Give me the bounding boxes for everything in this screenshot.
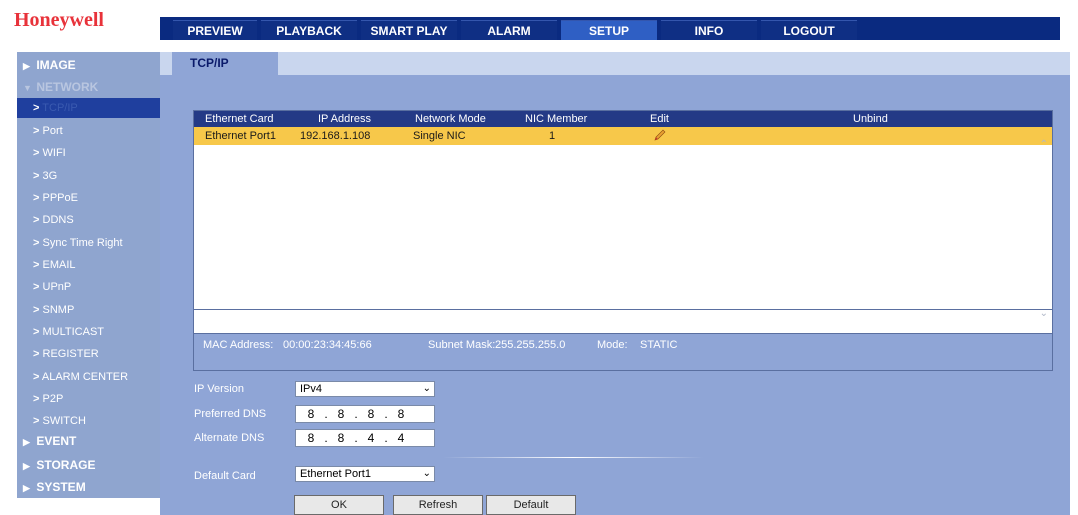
- chevron-down-icon: ⌄: [422, 468, 431, 479]
- sidebar-item-tcpip[interactable]: > TCP/IP: [17, 98, 160, 118]
- gateway-label: Default Gateway:: [428, 315, 513, 327]
- brand-logo: Honeywell: [14, 9, 104, 31]
- mode-label: Mode:: [597, 339, 628, 351]
- gateway-value: 192.168.1.1: [507, 315, 566, 327]
- col-ip-address: IP Address: [318, 113, 371, 125]
- scroll-up-icon[interactable]: ⌃: [1040, 139, 1048, 150]
- triangle-right-icon: ▶: [23, 483, 30, 493]
- edit-pencil-icon[interactable]: [653, 128, 667, 148]
- triangle-down-icon: ▼: [23, 83, 32, 93]
- sidebar-item-wifi[interactable]: > WIFI: [17, 143, 160, 163]
- sidebar-section-event[interactable]: ▶ EVENT: [23, 432, 76, 450]
- col-edit: Edit: [650, 113, 669, 125]
- sidebar-item-switch[interactable]: > SWITCH: [17, 411, 160, 431]
- ip-version-select[interactable]: IPv4 ⌄: [295, 381, 435, 397]
- sidebar-item-snmp[interactable]: > SNMP: [17, 300, 160, 320]
- sidebar-item-port[interactable]: > Port: [17, 121, 160, 141]
- alternate-dns-label: Alternate DNS: [194, 432, 265, 444]
- chevron-down-icon: ⌄: [422, 383, 431, 394]
- mac-address-label: MAC Address:: [203, 339, 274, 351]
- sidebar-section-network[interactable]: ▼ NETWORK: [23, 78, 98, 96]
- sidebar-item-alarm-center[interactable]: > ALARM CENTER: [17, 367, 160, 387]
- sidebar-section-image[interactable]: ▶ IMAGE: [23, 56, 76, 74]
- default-card-select[interactable]: Ethernet Port1 ⌄: [295, 466, 435, 482]
- table-row[interactable]: Ethernet Port1 192.168.1.108 Single NIC …: [194, 127, 1052, 145]
- col-unbind: Unbind: [853, 113, 888, 125]
- ip-version-label: IP Version: [194, 383, 244, 395]
- cell-network-mode: Single NIC: [413, 130, 466, 142]
- refresh-button[interactable]: Refresh: [393, 495, 483, 515]
- mac-address-value: 00:00:23:34:45:66: [283, 339, 372, 351]
- table-header: Ethernet Card IP Address Network Mode NI…: [194, 111, 1052, 127]
- nav-smart-play[interactable]: SMART PLAY: [361, 20, 457, 40]
- col-nic-member: NIC Member: [525, 113, 588, 125]
- ip-address-label: IP Address:: [203, 315, 260, 327]
- sidebar-section-system[interactable]: ▶ SYSTEM: [23, 478, 86, 496]
- main-panel: TCP/IP Ethernet Card IP Address Network …: [160, 52, 1070, 515]
- top-bar: Honeywell PREVIEW PLAYBACK SMART PLAY AL…: [0, 0, 1078, 40]
- sidebar-item-3g[interactable]: > 3G: [17, 166, 160, 186]
- sidebar-item-email[interactable]: > EMAIL: [17, 255, 160, 275]
- nav-preview[interactable]: PREVIEW: [173, 20, 257, 40]
- preferred-dns-label: Preferred DNS: [194, 408, 267, 420]
- sidebar-item-upnp[interactable]: > UPnP: [17, 277, 160, 297]
- mtu-label: MTU:: [597, 315, 624, 327]
- preferred-dns-input[interactable]: 8. 8. 8. 8: [295, 405, 435, 423]
- mtu-value: 1500: [640, 315, 665, 327]
- nav-playback[interactable]: PLAYBACK: [261, 20, 357, 40]
- cell-ethernet-card: Ethernet Port1: [205, 130, 276, 142]
- sidebar-item-ddns[interactable]: > DDNS: [17, 210, 160, 230]
- default-card-label: Default Card: [194, 470, 256, 482]
- sidebar-section-storage[interactable]: ▶ STORAGE: [23, 456, 95, 474]
- nav-setup[interactable]: SETUP: [561, 20, 657, 40]
- col-network-mode: Network Mode: [415, 113, 486, 125]
- nav-alarm[interactable]: ALARM: [461, 20, 557, 40]
- subnet-label: Subnet Mask:: [428, 339, 496, 351]
- sidebar-item-sync-time-right[interactable]: > Sync Time Right: [17, 233, 160, 253]
- col-ethernet-card: Ethernet Card: [205, 113, 274, 125]
- ip-address-value: 192.168.1.108: [283, 315, 354, 327]
- cell-ip-address: 192.168.1.108: [300, 130, 371, 142]
- sidebar-item-p2p[interactable]: > P2P: [17, 389, 160, 409]
- sidebar: ▶ IMAGE ▼ NETWORK > TCP/IP > Port > WIFI…: [17, 52, 160, 498]
- network-info-box: IP Address: 192.168.1.108 Default Gatewa…: [193, 309, 1053, 371]
- alternate-dns-input[interactable]: 8. 8. 4. 4: [295, 429, 435, 447]
- sidebar-item-multicast[interactable]: > MULTICAST: [17, 322, 160, 342]
- triangle-right-icon: ▶: [23, 61, 30, 71]
- triangle-right-icon: ▶: [23, 437, 30, 447]
- subnet-value: 255.255.255.0: [495, 339, 566, 351]
- sidebar-item-pppoe[interactable]: > PPPoE: [17, 188, 160, 208]
- sidebar-item-register[interactable]: > REGISTER: [17, 344, 160, 364]
- ethernet-table: Ethernet Card IP Address Network Mode NI…: [193, 110, 1053, 334]
- triangle-right-icon: ▶: [23, 461, 30, 471]
- tab-strip: TCP/IP: [160, 52, 1070, 75]
- cell-nic-member: 1: [549, 130, 556, 142]
- divider: [443, 457, 703, 458]
- mode-value: STATIC: [640, 339, 678, 351]
- nav-info[interactable]: INFO: [661, 20, 757, 40]
- default-button[interactable]: Default: [486, 495, 576, 515]
- nav-logout[interactable]: LOGOUT: [761, 20, 857, 40]
- tab-tcpip[interactable]: TCP/IP: [172, 52, 278, 75]
- ok-button[interactable]: OK: [294, 495, 384, 515]
